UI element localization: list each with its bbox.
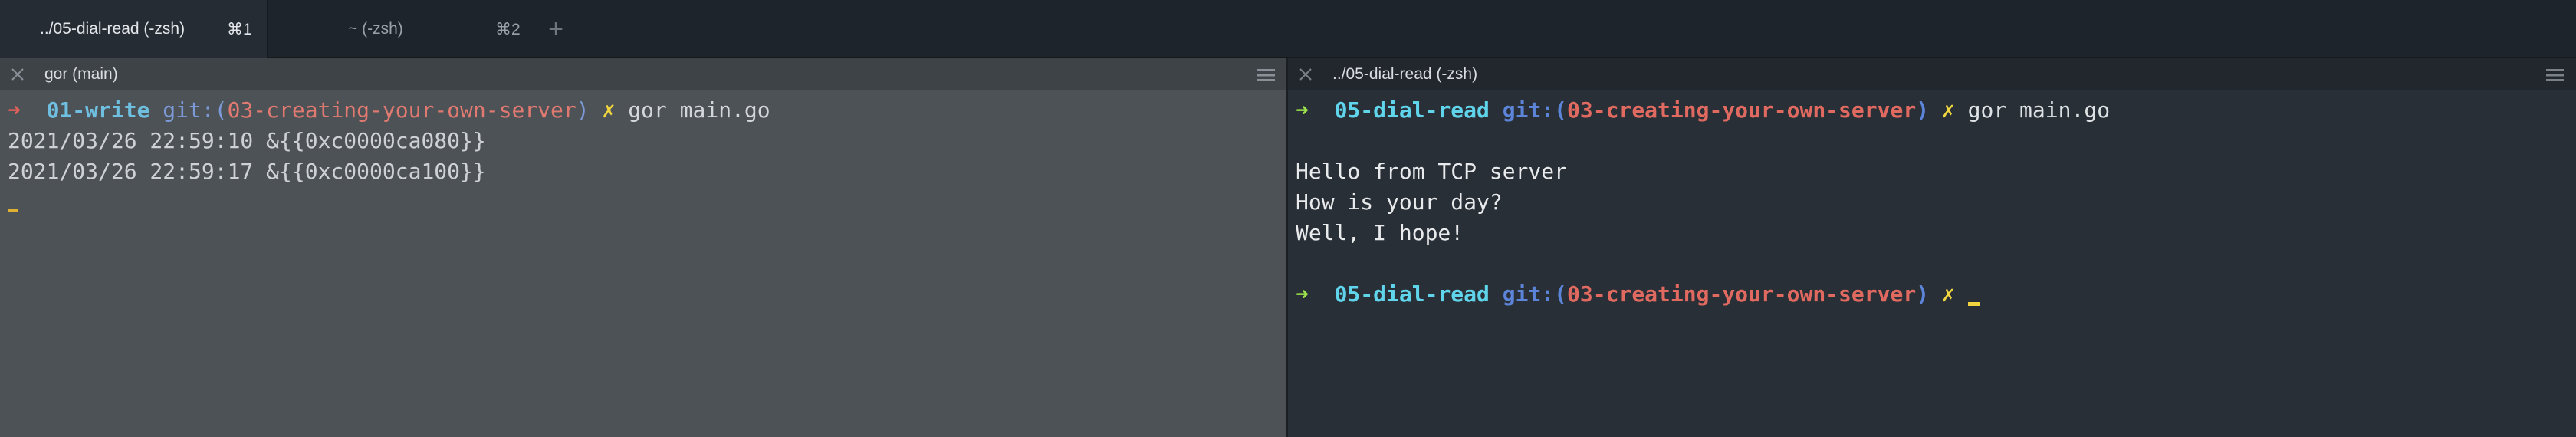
prompt-branch: 03-creating-your-own-server	[1567, 281, 1917, 307]
output-line: Well, I hope!	[1296, 220, 1464, 245]
prompt-line: ➜ 05-dial-read git:(03-creating-your-own…	[1296, 95, 2110, 126]
prompt-arrow: ➜	[1296, 281, 1309, 307]
cursor-line	[8, 187, 770, 218]
hamburger-menu-icon[interactable]	[1256, 67, 1276, 83]
terminal-output[interactable]: ➜ 05-dial-read git:(03-creating-your-own…	[1296, 95, 2110, 310]
prompt-arrow: ➜	[8, 97, 21, 123]
close-icon[interactable]	[1297, 66, 1314, 83]
output-line: 2021/03/26 22:59:10 &{{0xc0000ca080}}	[8, 128, 486, 153]
prompt-git-close: )	[576, 97, 590, 123]
hamburger-menu-icon[interactable]	[2545, 67, 2565, 83]
prompt-dir: 05-dial-read	[1334, 97, 1490, 123]
tab-shortcut: ⌘2	[495, 20, 521, 38]
prompt-dir: 05-dial-read	[1334, 281, 1490, 307]
pane-header: gor (main)	[0, 58, 1286, 90]
tab-title: ~ (-zsh)	[348, 20, 403, 38]
tab-dial-read[interactable]: ../05-dial-read (-zsh) ⌘1	[0, 0, 268, 58]
prompt-line: ➜ 05-dial-read git:(03-creating-your-own…	[1296, 279, 2110, 310]
cursor	[1967, 302, 1980, 306]
dirty-mark: ✗	[1941, 281, 1955, 307]
output-line: How is your day?	[1296, 189, 1503, 215]
pane-header: ../05-dial-read (-zsh)	[1288, 58, 2576, 90]
dirty-mark: ✗	[1941, 97, 1955, 123]
new-tab-button[interactable]: +	[544, 14, 567, 44]
output-line: Hello from TCP server	[1296, 159, 1568, 184]
left-pane[interactable]: gor (main) ➜ 01-write git:(03-creating-y…	[0, 58, 1286, 437]
pane-title: gor (main)	[44, 65, 118, 83]
prompt-dir: 01-write	[46, 97, 150, 123]
tab-shortcut: ⌘1	[227, 20, 252, 38]
tab-title: ../05-dial-read (-zsh)	[40, 20, 186, 38]
prompt-git-close: )	[1916, 97, 1930, 123]
prompt-arrow: ➜	[1296, 97, 1309, 123]
pane-title: ../05-dial-read (-zsh)	[1332, 65, 1478, 83]
prompt-git: git:(	[1502, 281, 1568, 307]
prompt-line: ➜ 01-write git:(03-creating-your-own-ser…	[8, 95, 770, 126]
command-text: gor main.go	[628, 97, 770, 123]
prompt-git: git:(	[163, 97, 228, 123]
prompt-branch: 03-creating-your-own-server	[227, 97, 577, 123]
output-line: 2021/03/26 22:59:17 &{{0xc0000ca100}}	[8, 159, 486, 184]
right-pane[interactable]: ../05-dial-read (-zsh) ➜ 05-dial-read gi…	[1288, 58, 2576, 437]
cursor	[8, 209, 18, 212]
command-text: gor main.go	[1967, 97, 2111, 123]
prompt-git-close: )	[1916, 281, 1930, 307]
terminal-output[interactable]: ➜ 01-write git:(03-creating-your-own-ser…	[8, 95, 770, 218]
prompt-branch: 03-creating-your-own-server	[1567, 97, 1917, 123]
dirty-mark: ✗	[602, 97, 616, 123]
tab-home-zsh[interactable]: ~ (-zsh) ⌘2	[268, 0, 529, 58]
close-icon[interactable]	[9, 66, 26, 83]
prompt-git: git:(	[1502, 97, 1568, 123]
tab-bar: ../05-dial-read (-zsh) ⌘1 ~ (-zsh) ⌘2 +	[0, 0, 2576, 58]
